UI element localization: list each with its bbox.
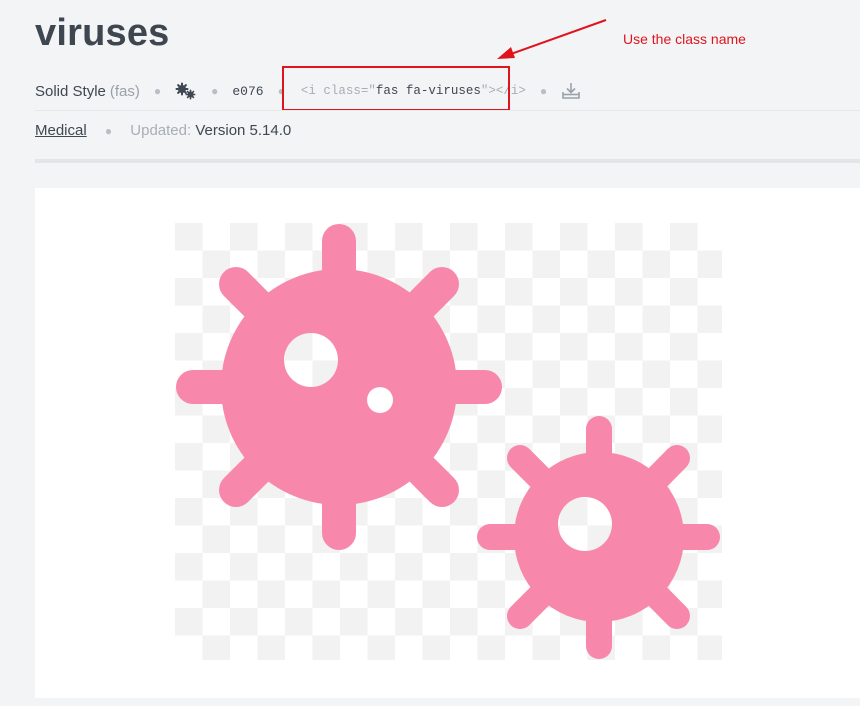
icon-info-row: Medical ● Updated: Version 5.14.0 [35,122,291,139]
separator-dot: ● [211,84,219,98]
separator-dot: ● [153,84,162,98]
annotation-text: Use the class name [623,31,746,47]
viruses-icon [175,82,197,100]
divider [35,110,860,111]
separator-dot: ● [539,84,548,98]
separator-dot: ● [104,124,113,138]
style-name: Solid Style [35,82,106,100]
category-link[interactable]: Medical [35,122,87,139]
unicode-value[interactable]: e076 [232,84,263,99]
viruses-preview-icon [175,223,722,660]
icon-preview-panel [35,188,860,698]
highlight-box [282,66,510,111]
version-text: Version 5.14.0 [195,122,292,139]
updated-label: Updated: [130,122,192,139]
style-prefix: (fas) [109,82,140,100]
download-icon[interactable] [561,82,581,100]
section-divider [35,159,860,163]
page-title: viruses [35,12,170,54]
